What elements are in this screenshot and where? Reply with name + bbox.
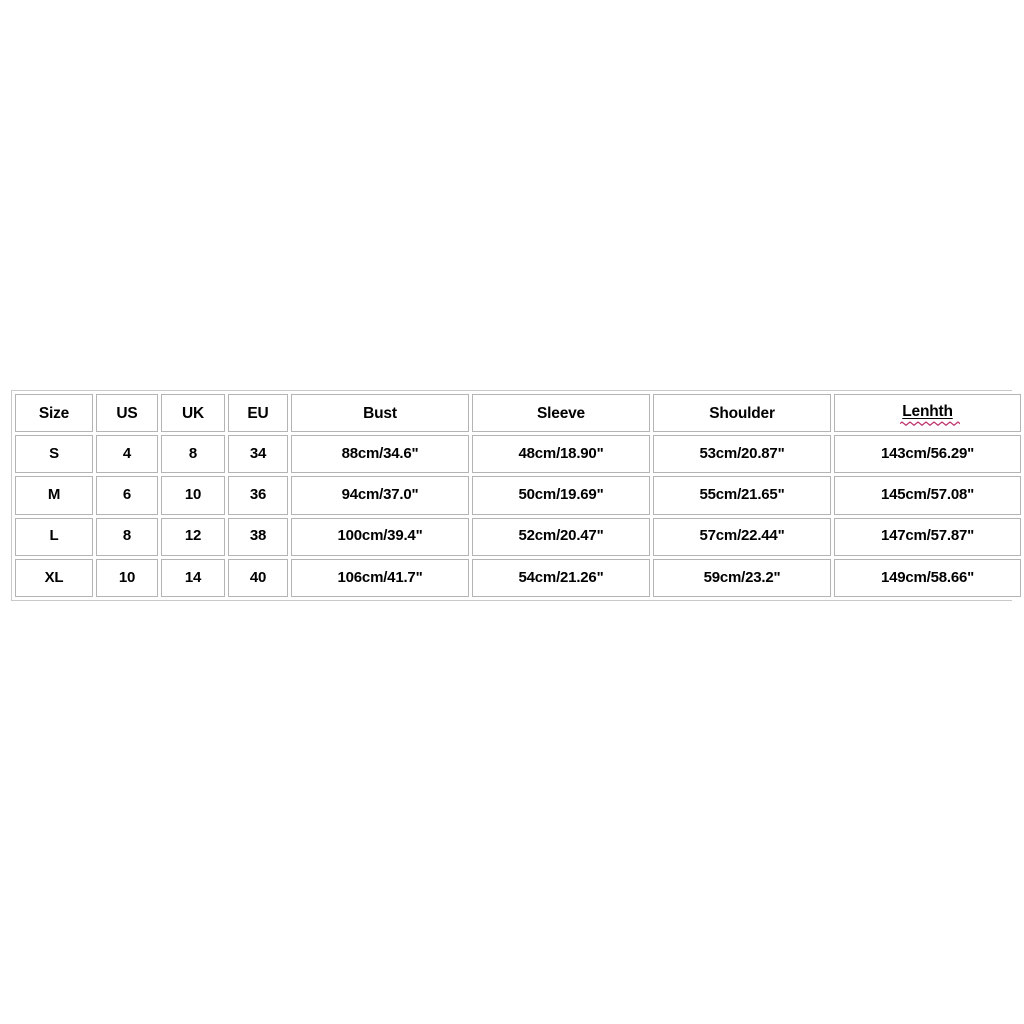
column-header-lenhth-label: Lenhth: [902, 403, 953, 421]
cell-eu: 38: [228, 517, 288, 556]
cell-uk: 14: [161, 558, 225, 597]
spellcheck-squiggle-icon: [900, 421, 961, 427]
cell-lenhth: 143cm/56.29": [834, 435, 1021, 474]
cell-eu: 34: [228, 435, 288, 474]
size-chart-body: Size US UK EU Bust Sleeve Shoulder Lenht…: [15, 394, 1021, 597]
cell-lenhth: 145cm/57.08": [834, 476, 1021, 515]
cell-sleeve: 52cm/20.47": [472, 517, 650, 556]
cell-eu: 36: [228, 476, 288, 515]
column-header-shoulder: Shoulder: [653, 394, 831, 433]
cell-sleeve: 54cm/21.26": [472, 558, 650, 597]
cell-us: 10: [96, 558, 158, 597]
column-header-us: US: [96, 394, 158, 433]
column-header-uk: UK: [161, 394, 225, 433]
cell-uk: 10: [161, 476, 225, 515]
cell-bust: 94cm/37.0": [291, 476, 469, 515]
column-header-size: Size: [15, 394, 93, 433]
cell-shoulder: 59cm/23.2": [653, 558, 831, 597]
table-row: M 6 10 36 94cm/37.0" 50cm/19.69" 55cm/21…: [15, 476, 1021, 515]
table-row: S 4 8 34 88cm/34.6" 48cm/18.90" 53cm/20.…: [15, 435, 1021, 474]
table-header-row: Size US UK EU Bust Sleeve Shoulder Lenht…: [15, 394, 1021, 433]
misspelled-word-wrapper: Lenhth: [900, 403, 961, 427]
size-chart-container: Size US UK EU Bust Sleeve Shoulder Lenht…: [11, 390, 1024, 601]
cell-us: 6: [96, 476, 158, 515]
cell-size: S: [15, 435, 93, 474]
table-row: L 8 12 38 100cm/39.4" 52cm/20.47" 57cm/2…: [15, 517, 1021, 556]
cell-bust: 100cm/39.4": [291, 517, 469, 556]
column-header-bust: Bust: [291, 394, 469, 433]
cell-eu: 40: [228, 558, 288, 597]
column-header-eu: EU: [228, 394, 288, 433]
cell-us: 4: [96, 435, 158, 474]
cell-uk: 8: [161, 435, 225, 474]
cell-shoulder: 53cm/20.87": [653, 435, 831, 474]
cell-lenhth: 147cm/57.87": [834, 517, 1021, 556]
cell-lenhth: 149cm/58.66": [834, 558, 1021, 597]
cell-bust: 106cm/41.7": [291, 558, 469, 597]
column-header-lenhth: Lenhth: [834, 394, 1021, 433]
cell-us: 8: [96, 517, 158, 556]
column-header-sleeve: Sleeve: [472, 394, 650, 433]
size-chart-table: Size US UK EU Bust Sleeve Shoulder Lenht…: [12, 391, 1024, 600]
table-row: XL 10 14 40 106cm/41.7" 54cm/21.26" 59cm…: [15, 558, 1021, 597]
cell-size: XL: [15, 558, 93, 597]
cell-bust: 88cm/34.6": [291, 435, 469, 474]
cell-size: L: [15, 517, 93, 556]
cell-uk: 12: [161, 517, 225, 556]
cell-shoulder: 55cm/21.65": [653, 476, 831, 515]
cell-size: M: [15, 476, 93, 515]
cell-sleeve: 50cm/19.69": [472, 476, 650, 515]
cell-sleeve: 48cm/18.90": [472, 435, 650, 474]
cell-shoulder: 57cm/22.44": [653, 517, 831, 556]
